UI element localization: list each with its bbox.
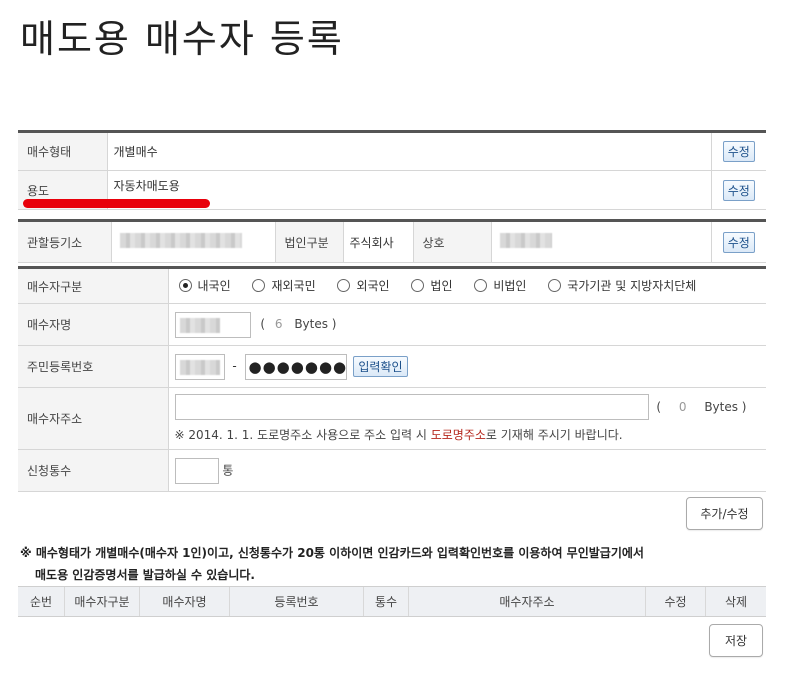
annotation-underline [23,199,210,208]
resident-number-label: 주민등록번호 [18,345,169,388]
radio-government[interactable]: 국가기관 및 지방자치단체 [548,277,696,294]
buyer-name-label: 매수자명 [18,303,169,346]
buyer-address-input[interactable] [174,394,649,420]
purchase-type-value: 개별매수 [107,131,712,171]
request-count-unit: 통 [222,463,234,477]
edit-usage-button[interactable]: 수정 [722,179,755,201]
address-bytes-open: ( [656,399,662,414]
trade-name-label: 상호 [413,220,492,263]
radio-non-corporation[interactable]: 비법인 [474,277,526,294]
buyer-type-label: 매수자구분 [18,267,169,304]
radio-icon [548,279,562,292]
name-bytes-count: 6 [274,317,283,331]
page-title: 매도용 매수자 등록 [20,17,344,61]
radio-overseas-korean[interactable]: 재외국민 [252,277,316,294]
address-bytes-unit: Bytes ) [704,399,747,414]
col-seq: 순번 [18,587,65,616]
corp-type-value: 주식회사 [343,220,414,263]
col-delete: 삭제 [724,595,748,609]
edit-purchase-type-button[interactable]: 수정 [722,141,755,162]
address-bytes-count: 0 [678,399,687,414]
buyer-form-table: 매수자구분 내국인 재외국민 외국인 법인 비법인 국가기관 및 지방자치단체 … [18,266,766,492]
col-count: 통수 [364,587,409,616]
col-reg-number: 등록번호 [230,587,364,616]
col-edit: 수정 [646,587,706,616]
purchase-type-table: 매수형태 개별매수 수정 용도 자동차매도용 수정 [18,130,766,210]
radio-icon [252,279,266,292]
trade-name-value [491,220,712,263]
edit-registry-button[interactable]: 수정 [722,231,755,253]
save-button[interactable]: 저장 [709,624,763,657]
resident-number-dash: - [232,359,237,373]
buyer-type-group: 내국인 재외국민 외국인 법인 비법인 국가기관 및 지방자치단체 [168,267,766,304]
radio-icon [337,279,351,292]
col-buyer-name: 매수자명 [140,587,230,616]
buyer-list-header: 순번 매수자구분 매수자명 등록번호 통수 매수자주소 수정 삭제 [18,586,766,617]
name-bytes-unit: Bytes ) [294,317,337,331]
road-address-highlight: 도로명주소 [430,428,486,442]
agency-value [111,220,276,263]
issuance-notice: ※ 매수형태가 개별매수(매수자 1인)이고, 신청통수가 20통 이하이면 인… [20,546,644,582]
id-confirm-button[interactable]: 입력확인 [353,356,408,377]
agency-label: 관할등기소 [18,220,112,263]
radio-corporation[interactable]: 법인 [411,277,453,294]
add-edit-button[interactable]: 추가/수정 [686,497,763,530]
resident-number-back-input[interactable]: ●●●●●●● [244,353,347,380]
request-count-label: 신청통수 [18,449,169,492]
radio-foreigner[interactable]: 외국인 [337,277,390,294]
address-notice: ※ 2014. 1. 1. 도로명주소 사용으로 주소 입력 시 도로명주소로 … [174,428,623,442]
request-count-input[interactable] [174,457,219,484]
radio-checked-icon [178,279,192,292]
radio-domestic[interactable]: 내국인 [178,277,231,294]
resident-number-front-input[interactable] [174,353,225,380]
purchase-type-label: 매수형태 [18,131,108,171]
corp-type-label: 법인구분 [275,220,344,263]
radio-icon [474,279,488,292]
col-address: 매수자주소 [409,587,646,616]
buyer-name-input[interactable] [174,311,251,338]
registry-table: 관할등기소 법인구분 주식회사 상호 수정 [18,219,766,263]
radio-icon [411,279,425,292]
name-bytes-open: ( [260,317,266,331]
buyer-address-label: 매수자주소 [18,387,169,450]
col-buyer-type: 매수자구분 [65,587,140,616]
